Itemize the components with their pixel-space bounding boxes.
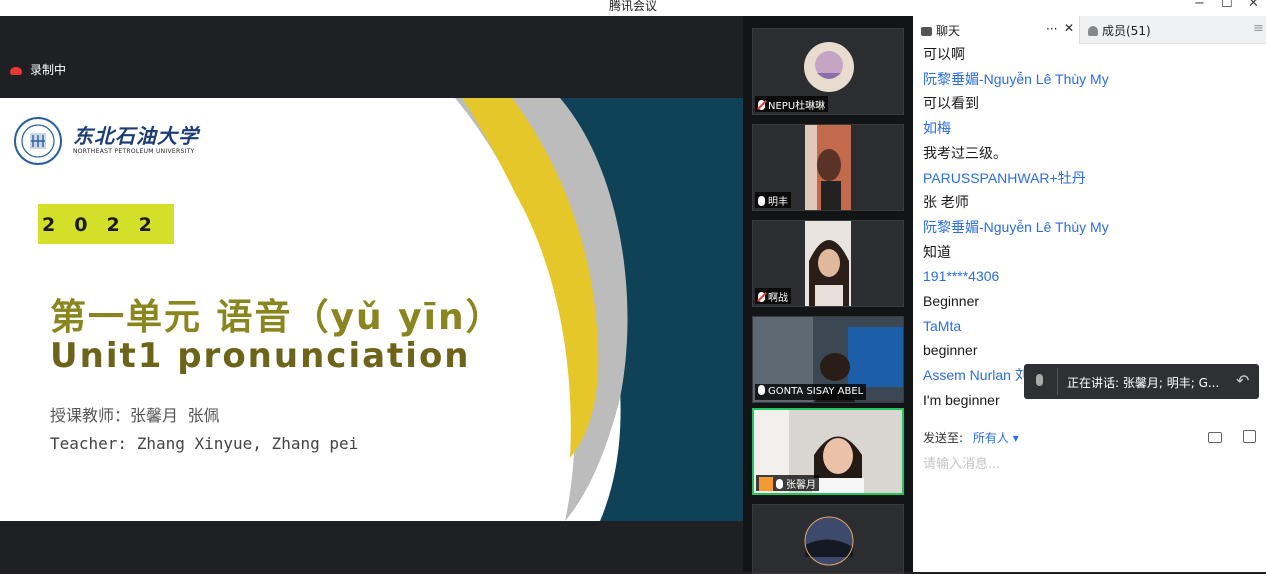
chat-input[interactable]: 请输入消息... [923, 453, 1000, 472]
speaking-text: 正在讲话: 张馨月; 明丰; G... [1067, 376, 1220, 390]
more-button[interactable]: ··· [1046, 22, 1057, 36]
close-button[interactable]: ✕ [1248, 0, 1259, 11]
participant-tile[interactable]: NEPU杜琳琳 [752, 28, 904, 115]
chat-panel: 聊天 ··· ✕ 成员(51) ≡ 可以啊 阮黎垂媚-Nguyễn Lê Thù… [913, 16, 1266, 572]
tab-chat[interactable]: 聊天 ··· ✕ [913, 16, 1079, 44]
person-icon [1088, 26, 1098, 36]
participant-tile[interactable]: 啊战 [752, 220, 904, 307]
teacher-en: Teacher: Zhang Xinyue, Zhang pei [50, 434, 359, 453]
mic-icon [758, 385, 765, 395]
chat-message: 我考过三级。 [923, 144, 1007, 161]
title-bar: 腾讯会议 − ☐ ✕ [0, 0, 1266, 16]
person-icon [759, 477, 773, 491]
shared-screen-area: 录制中 东北石油大学 NORTHEAST PETROLEUM UNIVERSIT… [0, 16, 743, 572]
close-chat-button[interactable]: ✕ [1064, 21, 1074, 35]
presentation-slide: 东北石油大学 NORTHEAST PETROLEUM UNIVERSITY 20… [0, 98, 743, 521]
folder-icon[interactable] [1207, 432, 1222, 443]
university-seal-icon [14, 117, 62, 165]
reply-icon[interactable]: ↶ [1236, 371, 1249, 390]
chat-sender: TaMta [923, 317, 962, 334]
send-to-row: 发送至: 所有人 ▾ [923, 429, 1019, 446]
participant-tile[interactable]: GONTA SISAY ABEL [752, 316, 904, 403]
menu-icon[interactable]: ≡ [1253, 21, 1264, 36]
chat-message: 知道 [923, 243, 951, 260]
participant-video-list[interactable]: NEPU杜琳琳 明丰 啊战 GONTA SISAY ABEL 张馨月 [743, 16, 913, 574]
window-title: 腾讯会议 [608, 0, 657, 13]
participant-tile[interactable] [752, 504, 904, 574]
mic-icon [758, 196, 765, 206]
participant-name: GONTA SISAY ABEL [755, 384, 867, 400]
chat-message-list[interactable]: 可以啊 阮黎垂媚-Nguyễn Lê Thùy My 可以看到 如梅 我考过三级… [923, 42, 1258, 413]
university-name-cn: 东北石油大学 [73, 124, 199, 148]
tab-members[interactable]: 成员(51) [1079, 16, 1247, 44]
recording-indicator: 录制中 [10, 61, 66, 78]
mic-muted-icon [1036, 374, 1043, 386]
chat-message: 可以看到 [923, 95, 979, 112]
participant-name: 啊战 [755, 288, 791, 304]
chat-message: beginner [923, 342, 978, 359]
screenshot-icon[interactable] [1243, 430, 1256, 443]
chat-sender: 191****4306 [923, 268, 1000, 285]
university-name-en: NORTHEAST PETROLEUM UNIVERSITY [73, 148, 195, 155]
cloud-record-icon [10, 66, 22, 75]
unit-title-cn: 第一单元 语音（yǔ yīn） [50, 297, 504, 338]
speaking-toast: 正在讲话: 张馨月; 明丰; G... ↶ [1024, 364, 1259, 399]
mic-muted-icon [758, 100, 765, 110]
chat-message: 可以啊 [923, 46, 965, 62]
chat-message: Beginner [923, 293, 980, 310]
chat-sender: 如梅 [923, 120, 951, 137]
chat-icon [921, 27, 932, 36]
teacher-cn: 授课教师：张馨月 张佩 [50, 406, 220, 425]
participant-name: 张馨月 [756, 475, 819, 491]
chat-message: 张 老师 [923, 194, 969, 211]
maximize-button[interactable]: ☐ [1221, 0, 1233, 11]
chat-sender: 阮黎垂媚-Nguyễn Lê Thùy My [923, 218, 1109, 235]
chat-sender: 阮黎垂媚-Nguyễn Lê Thùy My [923, 70, 1109, 87]
participant-tile[interactable]: 明丰 [752, 124, 904, 211]
recording-label: 录制中 [30, 63, 67, 77]
send-to-label: 发送至: [923, 431, 964, 445]
side-panel-tabs: 聊天 ··· ✕ 成员(51) ≡ [913, 16, 1266, 44]
participant-name: 明丰 [755, 192, 791, 208]
chat-sender: PARUSSPANHWAR+牡丹 [923, 169, 1086, 186]
minimize-button[interactable]: − [1194, 0, 1205, 11]
mic-icon [776, 479, 783, 489]
chat-tools [1207, 428, 1256, 447]
mic-muted-icon [758, 292, 765, 302]
unit-title-en: Unit1 pronunciation [50, 336, 471, 376]
participant-name: NEPU杜琳琳 [755, 96, 829, 112]
participant-tile-speaking[interactable]: 张馨月 [752, 408, 904, 495]
avatar [753, 505, 903, 573]
divider [1057, 368, 1058, 395]
year-badge: 2022 [38, 204, 174, 244]
send-to-select[interactable]: 所有人 ▾ [973, 431, 1019, 445]
